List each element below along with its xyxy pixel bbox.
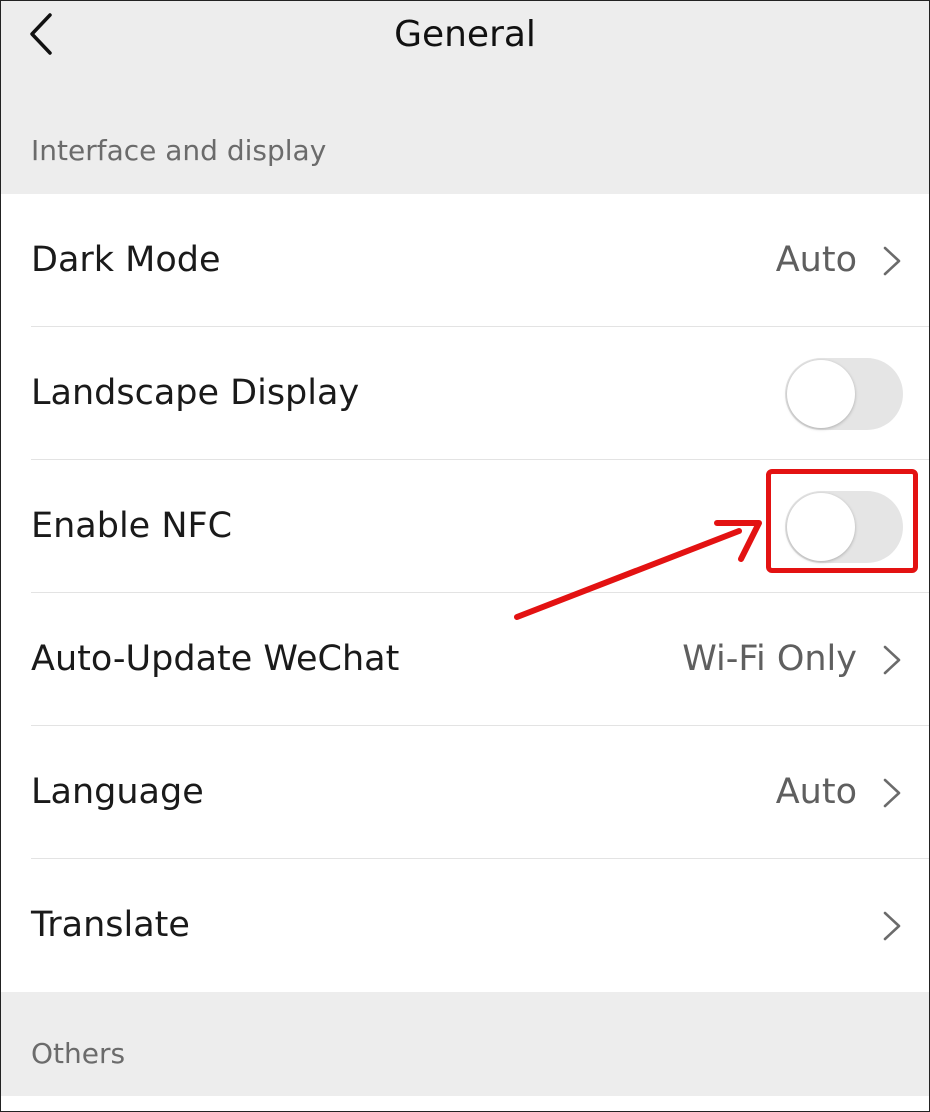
enable-nfc-toggle[interactable] <box>785 490 903 563</box>
row-value: Wi-Fi Only <box>682 639 857 679</box>
section-header-others: Others <box>1 992 929 1096</box>
row-label: Language <box>31 772 204 812</box>
chevron-right-icon <box>883 645 901 674</box>
row-label: Translate <box>31 905 190 945</box>
next-list-edge <box>1 1096 929 1111</box>
section-label: Interface and display <box>31 134 327 167</box>
section-label: Others <box>31 1037 126 1070</box>
row-language[interactable]: Language Auto <box>1 726 929 859</box>
row-value: Auto <box>775 772 857 812</box>
row-auto-update-wechat[interactable]: Auto-Update WeChat Wi-Fi Only <box>1 593 929 726</box>
chevron-right-icon <box>883 911 901 940</box>
row-translate[interactable]: Translate <box>1 859 929 992</box>
row-value: Auto <box>775 240 857 280</box>
row-dark-mode[interactable]: Dark Mode Auto <box>1 194 929 327</box>
section-header-interface: Interface and display <box>1 69 929 194</box>
row-enable-nfc: Enable NFC <box>1 460 929 593</box>
row-label: Auto-Update WeChat <box>31 639 400 679</box>
toggle-knob <box>787 359 855 428</box>
toggle-knob <box>787 492 855 561</box>
top-bar: General <box>1 1 929 69</box>
page-title: General <box>394 14 536 55</box>
row-landscape-display: Landscape Display <box>1 327 929 460</box>
landscape-display-toggle[interactable] <box>785 357 903 430</box>
chevron-right-icon <box>883 778 901 807</box>
row-label: Landscape Display <box>31 373 360 413</box>
row-label: Enable NFC <box>31 506 233 546</box>
chevron-right-icon <box>883 246 901 275</box>
row-label: Dark Mode <box>31 240 221 280</box>
settings-list: Dark Mode Auto Landscape Display Enable … <box>1 194 929 992</box>
settings-screen: General Interface and display Dark Mode … <box>0 0 930 1112</box>
